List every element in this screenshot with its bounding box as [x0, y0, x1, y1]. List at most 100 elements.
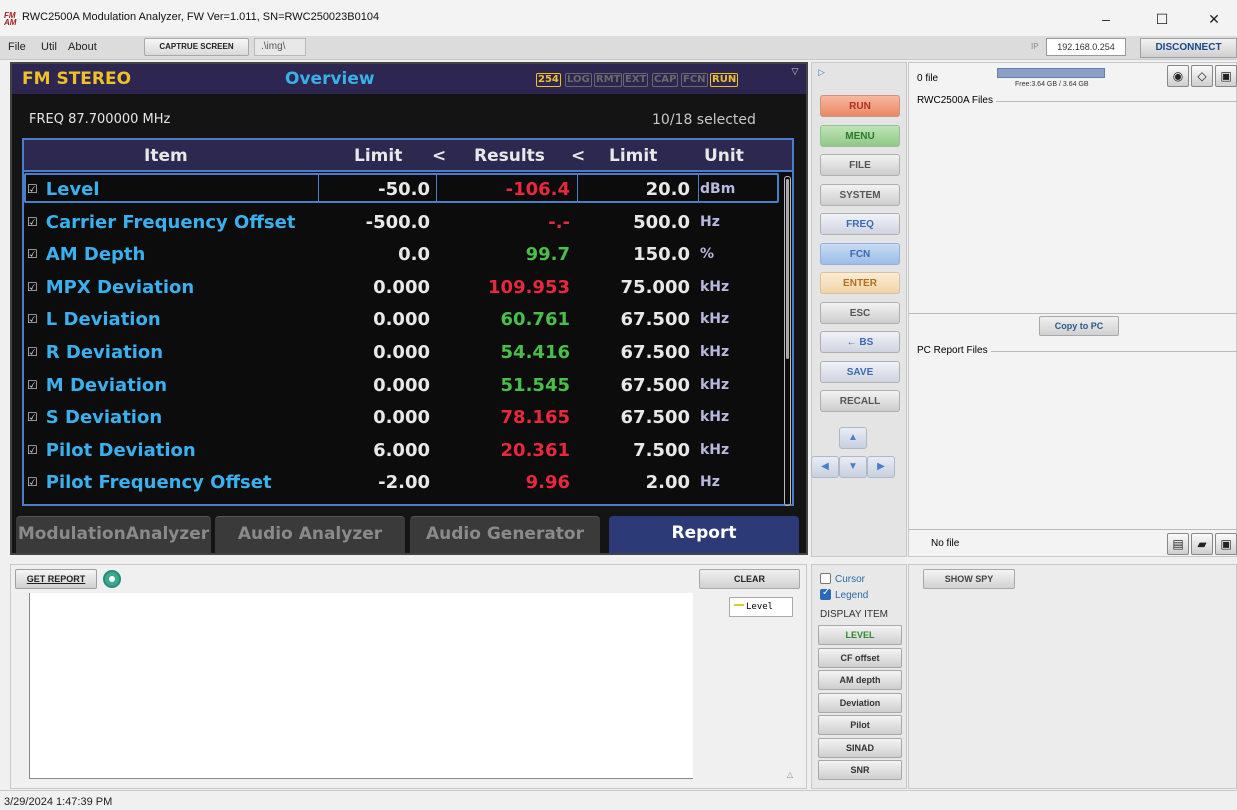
- unit: dBm: [700, 181, 736, 197]
- table-scrollbar[interactable]: [784, 176, 791, 506]
- pc-file-list[interactable]: [917, 359, 1235, 527]
- storage-bar: [997, 68, 1105, 78]
- cursor-checkbox[interactable]: Cursor: [820, 573, 865, 585]
- header-lt-1: <: [432, 146, 447, 166]
- header-scroll-icon[interactable]: ▽: [787, 66, 803, 82]
- tab-modulationanalyzer[interactable]: ModulationAnalyzer: [16, 516, 211, 553]
- checkbox-checked-icon[interactable]: ☑: [27, 475, 38, 489]
- front-panel-keys: ▷ RUN MENU FILE SYSTEM FREQ FCN ENTER ESC ← BS SA…: [811, 62, 907, 557]
- arrow-up-button[interactable]: ▲: [839, 427, 867, 449]
- unit: %: [700, 246, 715, 263]
- view-report-icon[interactable]: ▤: [1167, 533, 1189, 555]
- cursor-label: Cursor: [835, 574, 866, 585]
- table-row[interactable]: ☑ Pilot Frequency Offset -2.00 9.96 2.00 Hz: [24, 467, 792, 499]
- table-row[interactable]: ☑ M Deviation 0.000 51.545 67.500 kHz: [24, 370, 792, 402]
- key-esc-button[interactable]: ESC: [820, 301, 900, 324]
- menu-file[interactable]: File: [8, 41, 26, 53]
- display-item-pilot[interactable]: Pilot: [818, 715, 902, 735]
- tab-report[interactable]: Report: [609, 516, 799, 553]
- checkbox-checked-icon[interactable]: ☑: [27, 312, 38, 326]
- report-plot-area[interactable]: [29, 593, 693, 779]
- copy-to-pc-button[interactable]: Copy to PC: [1039, 316, 1119, 336]
- checkbox-checked-icon[interactable]: ☑: [27, 280, 38, 294]
- arrow-down-button[interactable]: ▼: [839, 456, 867, 478]
- key-system-button[interactable]: SYSTEM: [820, 183, 900, 206]
- erase-icon[interactable]: ◇: [1191, 65, 1213, 87]
- table-row[interactable]: ☑ L Deviation 0.000 60.761 67.500 kHz: [24, 304, 792, 336]
- key-freq-button[interactable]: FREQ: [820, 213, 900, 235]
- item-name: ☑ Pilot Deviation: [27, 439, 196, 461]
- show-spy-button[interactable]: SHOW SPY: [923, 569, 1015, 589]
- display-item-snr[interactable]: SNR: [818, 760, 902, 780]
- result-value: 9.96: [525, 472, 570, 494]
- menu-about[interactable]: About: [68, 41, 97, 53]
- key-file-button[interactable]: FILE: [820, 154, 900, 176]
- display-item-panel: Cursor Legend DISPLAY ITEM LEVELCF offse…: [811, 564, 907, 789]
- checkbox-checked-icon[interactable]: ☑: [27, 410, 38, 424]
- key-run-button[interactable]: RUN: [820, 95, 900, 117]
- limit-high: 67.500: [620, 407, 690, 429]
- checkbox-icon[interactable]: [820, 573, 831, 584]
- table-row[interactable]: ☑ S Deviation 0.000 78.165 67.500 kHz: [24, 402, 792, 434]
- checkbox-checked-icon[interactable]: ☑: [27, 378, 38, 392]
- item-name: ☑ MPX Deviation: [27, 276, 195, 298]
- checkbox-checked-icon[interactable]: ☑: [27, 182, 38, 196]
- table-row[interactable]: ☑ MPX Deviation 0.000 109.953 75.000 kHz: [24, 272, 792, 304]
- display-item-level[interactable]: LEVEL: [818, 625, 902, 645]
- table-row[interactable]: ☑ Carrier Frequency Offset -500.0 -.- 500.0 H…: [24, 207, 792, 239]
- image-path-field[interactable]: .\img\: [254, 38, 306, 56]
- display-item-deviation[interactable]: Deviation: [818, 692, 902, 713]
- storage-bar-fill: [998, 69, 1104, 77]
- key-enter-button[interactable]: ENTER: [820, 272, 900, 294]
- folder-icon[interactable]: ▰: [1191, 533, 1213, 555]
- arrow-right-button[interactable]: ▶: [867, 456, 895, 478]
- rwc-file-list[interactable]: [917, 109, 1235, 309]
- status-bar: 3/29/2024 1:47:39 PM: [0, 790, 1237, 810]
- scroll-up-icon[interactable]: △: [783, 770, 797, 784]
- limit-low: -2.00: [378, 472, 430, 494]
- item-name: ☑ S Deviation: [27, 407, 163, 429]
- play-icon[interactable]: ▷: [818, 67, 832, 81]
- legend-checkbox[interactable]: Legend: [820, 587, 868, 601]
- close-button[interactable]: ✕: [1194, 8, 1234, 30]
- capture-screen-button[interactable]: CAPTRUE SCREEN: [144, 38, 249, 56]
- checkbox-checked-icon[interactable]: ☑: [27, 247, 38, 261]
- refresh-icon[interactable]: [103, 570, 121, 588]
- checkbox-checked-icon[interactable]: ☑: [27, 345, 38, 359]
- open-report-icon[interactable]: ▣: [1215, 533, 1237, 555]
- disconnect-button[interactable]: DISCONNECT: [1140, 38, 1237, 58]
- key-menu-button[interactable]: MENU: [820, 124, 900, 147]
- legend-swatch: [734, 604, 744, 606]
- display-item-am-depth[interactable]: AM depth: [818, 670, 902, 690]
- maximize-button[interactable]: ☐: [1142, 8, 1182, 30]
- ip-address-field[interactable]: 192.168.0.254: [1046, 38, 1126, 56]
- checkbox-checked-icon[interactable]: ☑: [27, 443, 38, 457]
- limit-high: 67.500: [620, 309, 690, 331]
- unit: Hz: [700, 213, 720, 230]
- limit-high: 2.00: [645, 472, 690, 494]
- checkbox-checked-icon[interactable]: [820, 587, 831, 600]
- key-recall-button[interactable]: RECALL: [820, 390, 900, 412]
- arrow-left-button[interactable]: ◀: [811, 456, 839, 478]
- tab-audio-generator[interactable]: Audio Generator: [410, 516, 600, 553]
- key-fcn-button[interactable]: FCN: [820, 242, 900, 265]
- checkbox-checked-icon[interactable]: ☑: [27, 215, 38, 229]
- table-row[interactable]: ☑ Pilot Deviation 6.000 20.361 7.500 kHz: [24, 435, 792, 467]
- item-name: ☑ M Deviation: [27, 374, 168, 396]
- menu-util[interactable]: Util: [41, 41, 57, 53]
- clear-button[interactable]: CLEAR: [699, 569, 800, 589]
- open-file-icon[interactable]: ▣: [1215, 65, 1237, 87]
- display-item-cf-offset[interactable]: CF offset: [818, 647, 902, 668]
- key-save-button[interactable]: SAVE: [820, 360, 900, 383]
- table-row[interactable]: ☑ AM Depth 0.0 99.7 150.0%: [24, 239, 792, 271]
- legend-label: Level: [746, 602, 774, 612]
- minimize-button[interactable]: –: [1086, 8, 1126, 30]
- disk-icon[interactable]: ◉: [1167, 65, 1189, 87]
- display-item-sinad[interactable]: SINAD: [818, 737, 902, 758]
- table-row[interactable]: ☑ R Deviation 0.000 54.416 67.500 kHz: [24, 337, 792, 369]
- key-bs-button[interactable]: ← BS: [820, 331, 900, 353]
- get-report-button[interactable]: GET REPORT: [15, 569, 97, 589]
- tab-audio-analyzer[interactable]: Audio Analyzer: [215, 516, 405, 553]
- table-scrollbar-thumb[interactable]: [786, 179, 789, 359]
- table-row[interactable]: ☑ Level -50.0 -106.4 20.0 dBm: [24, 174, 792, 206]
